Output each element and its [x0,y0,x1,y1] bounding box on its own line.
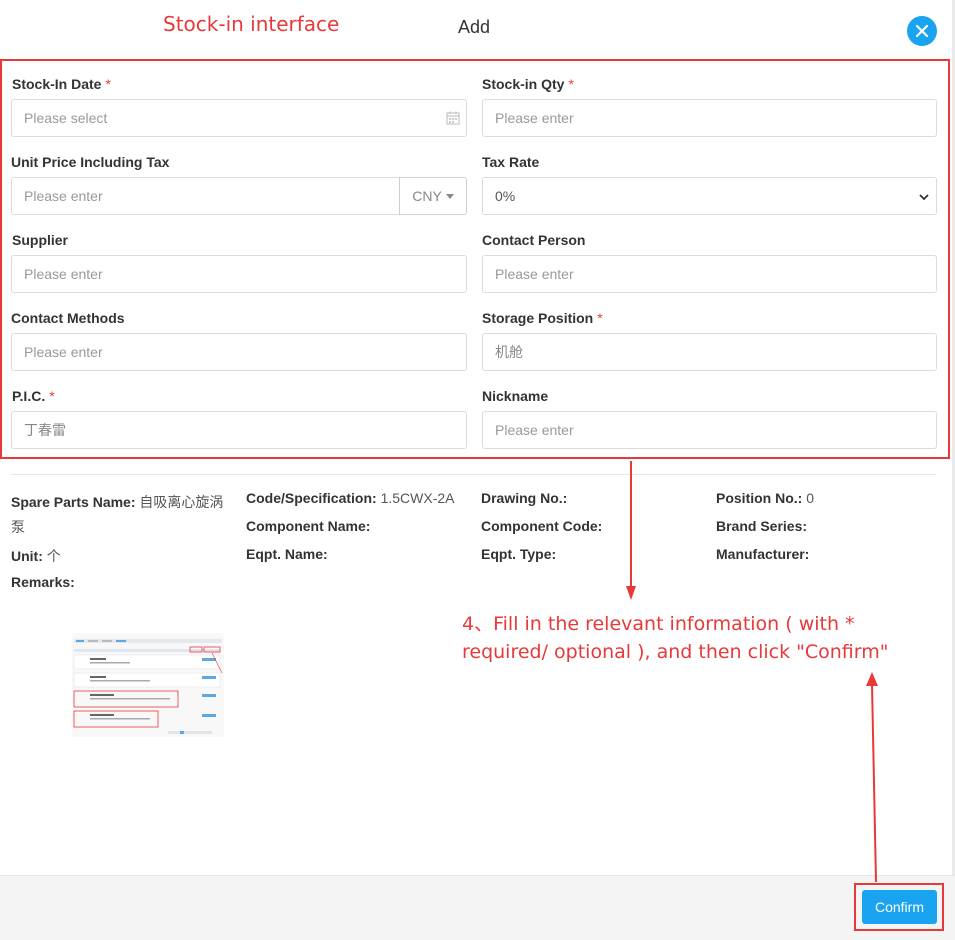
unit-price-placeholder: Please enter [24,188,103,204]
supplier-label: Supplier [12,232,69,248]
unit-price-label: Unit Price Including Tax [11,154,170,170]
attachment-thumbnail[interactable] [72,633,224,737]
section-divider [11,474,936,475]
eqpt-name-field: Eqpt. Name: [246,546,328,562]
contact-person-input[interactable]: Please enter [482,255,937,293]
currency-dropdown[interactable]: CNY [399,177,467,215]
unit-field: Unit: 个 [11,548,61,564]
unit-price-input[interactable]: Please enter [11,177,400,215]
stock-in-qty-input[interactable]: Please enter [482,99,937,137]
remarks-field: Remarks: [11,574,75,590]
modal-footer [0,875,955,940]
nickname-label: Nickname [482,388,549,404]
storage-position-value: 机舱 [495,344,523,360]
stock-in-date-label: Stock-In Date * [12,76,111,92]
stock-in-qty-placeholder: Please enter [495,110,574,126]
arrow-up-line [871,683,877,883]
component-name-field: Component Name: [246,518,371,534]
supplier-input[interactable]: Please enter [11,255,467,293]
modal-title: Add [458,17,491,37]
contact-person-label: Contact Person [482,232,586,248]
caret-down-icon [445,193,454,199]
contact-methods-input[interactable]: Please enter [11,333,467,371]
nickname-input[interactable]: Please enter [482,411,937,449]
confirm-button[interactable]: Confirm [862,890,937,924]
close-icon [915,24,929,38]
tax-rate-label: Tax Rate [482,154,540,170]
supplier-placeholder: Please enter [24,266,103,282]
position-no-field: Position No.: 0 [716,490,815,506]
tax-rate-select[interactable]: 0% [482,177,937,215]
tax-rate-value: 0% [495,188,516,204]
manufacturer-field: Manufacturer: [716,546,810,562]
chevron-down-icon [919,194,929,201]
code-spec-field: Code/Specification: 1.5CWX-2A [246,490,455,506]
storage-position-label: Storage Position * [482,310,603,326]
storage-position-input[interactable]: 机舱 [482,333,937,371]
brand-series-field: Brand Series: [716,518,808,534]
stock-in-date-picker[interactable]: Please select [11,99,467,137]
pic-value: 丁春雷 [24,422,66,438]
annotation-title: Stock-in interface [163,12,340,36]
contact-methods-placeholder: Please enter [24,344,103,360]
nickname-placeholder: Please enter [495,422,574,438]
arrow-up-head [866,672,878,686]
close-button[interactable] [907,16,937,46]
pic-input[interactable]: 丁春雷 [11,411,467,449]
pic-label: P.I.C. * [12,388,55,404]
spare-parts-name-field: Spare Parts Name: 自吸离心旋涡 泵 [11,494,224,535]
annotation-instruction: 4、Fill in the relevant information ( wit… [462,613,889,663]
stock-in-date-placeholder: Please select [24,110,108,126]
stock-in-qty-label: Stock-in Qty * [482,76,574,92]
contact-methods-label: Contact Methods [11,310,125,326]
component-code-field: Component Code: [481,518,603,534]
eqpt-type-field: Eqpt. Type: [481,546,557,562]
drawing-no-field: Drawing No.: [481,490,568,506]
arrow-down-head [626,586,636,600]
currency-label: CNY [412,188,442,204]
calendar-icon [446,111,460,125]
contact-person-placeholder: Please enter [495,266,574,282]
